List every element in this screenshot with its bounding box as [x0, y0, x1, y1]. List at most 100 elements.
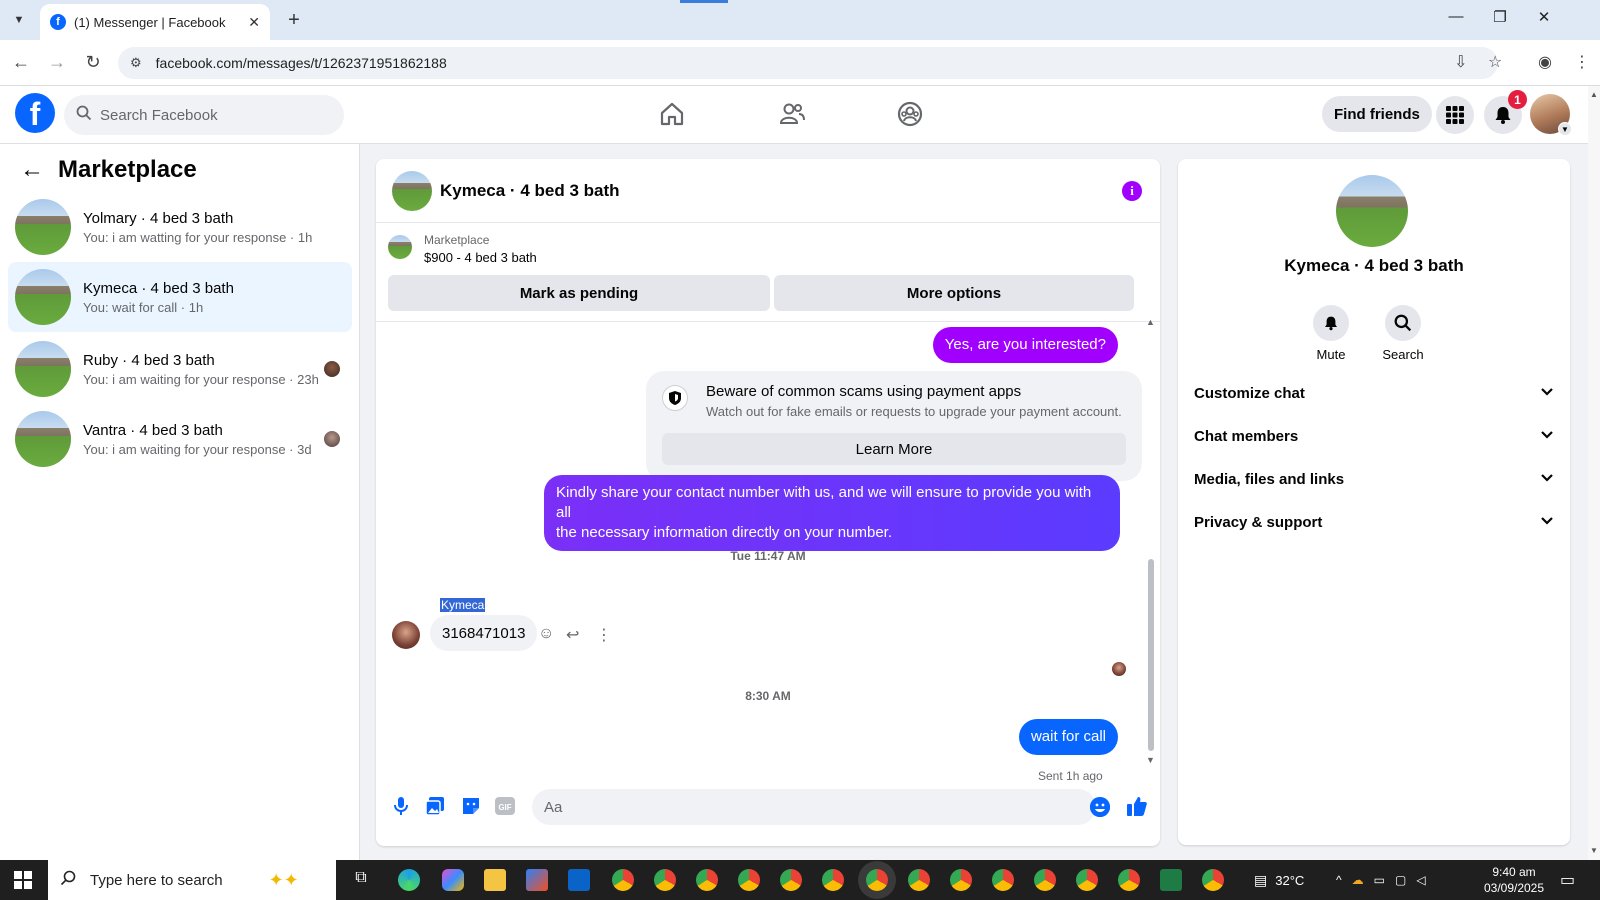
display-icon[interactable]: ▢ [1395, 873, 1416, 887]
friends-icon[interactable] [778, 100, 808, 130]
facebook-search-input[interactable]: Search Facebook [64, 95, 344, 135]
minimize-icon[interactable]: — [1444, 8, 1468, 25]
new-tab-icon[interactable]: + [282, 8, 306, 32]
facebook-header: f Search Facebook Find friends 1 ▼ [0, 86, 1588, 144]
conversation-item-yolmary[interactable]: Yolmary · 4 bed 3 bath You: i am watting… [8, 192, 352, 262]
chevron-down-icon[interactable]: ▼ [1558, 122, 1572, 136]
chat-scrollbar-thumb[interactable] [1148, 559, 1154, 751]
emoji-icon[interactable] [1090, 797, 1110, 817]
chrome-icon[interactable] [696, 869, 718, 891]
outgoing-message[interactable]: Yes, are you interested? [932, 327, 1118, 363]
browser-tab-messenger[interactable]: f (1) Messenger | Facebook ✕ [40, 4, 270, 40]
reply-icon[interactable]: ↩ [566, 625, 579, 645]
tray-chevron-up-icon[interactable]: ^ [1336, 873, 1352, 887]
more-actions-icon[interactable]: ⋮ [596, 625, 612, 645]
system-clock[interactable]: 9:40 am 03/09/2025 [1482, 864, 1546, 896]
install-app-icon[interactable]: ⇩ [1454, 52, 1467, 72]
privacy-support-row[interactable]: Privacy & support [1194, 500, 1554, 544]
microphone-icon[interactable] [390, 795, 412, 817]
chrome-icon-active[interactable] [866, 869, 888, 891]
file-explorer-icon[interactable] [484, 869, 506, 891]
system-tray[interactable]: ^ ☁ ▭ ▢ ◁ [1336, 860, 1436, 900]
back-icon[interactable]: ← [10, 52, 32, 73]
more-options-button[interactable]: More options [774, 275, 1134, 311]
facebook-logo-icon[interactable]: f [15, 93, 55, 133]
close-window-icon[interactable]: ✕ [1532, 8, 1556, 26]
conversation-item-vantra[interactable]: Vantra · 4 bed 3 bath You: i am waiting … [8, 404, 352, 474]
outgoing-message[interactable]: Kindly share your contact number with us… [544, 475, 1120, 551]
photo-icon[interactable] [424, 795, 446, 817]
groups-icon[interactable] [896, 100, 926, 130]
sender-avatar[interactable] [392, 621, 420, 649]
search-conversation-button[interactable]: Search [1373, 305, 1433, 362]
scroll-up-icon[interactable]: ▲ [1590, 90, 1598, 99]
store-icon[interactable] [526, 869, 548, 891]
spreadsheet-icon[interactable] [1160, 869, 1182, 891]
media-files-links-row[interactable]: Media, files and links [1194, 457, 1554, 501]
chrome-icon[interactable] [612, 869, 634, 891]
info-icon[interactable]: i [1122, 181, 1142, 201]
chrome-icon[interactable] [1202, 869, 1224, 891]
bookmark-star-icon[interactable]: ☆ [1488, 52, 1502, 72]
bell-icon [1313, 305, 1349, 341]
outgoing-message[interactable]: wait for call [1018, 719, 1118, 755]
mute-button[interactable]: Mute [1301, 305, 1361, 362]
restore-icon[interactable]: ❐ [1488, 8, 1512, 26]
gif-icon[interactable]: GIF [494, 795, 516, 817]
details-avatar[interactable] [1336, 175, 1408, 247]
sender-name: Kymeca [440, 598, 486, 612]
chrome-icon[interactable] [1034, 869, 1056, 891]
chrome-icon[interactable] [1118, 869, 1140, 891]
chevron-down-icon [1540, 429, 1554, 443]
task-view-icon[interactable]: ⧉ [350, 869, 372, 891]
taskbar-search-input[interactable]: Type here to search ✦✦ [48, 860, 336, 900]
conversation-item-ruby[interactable]: Ruby · 4 bed 3 bath You: i am waiting fo… [8, 334, 352, 404]
notification-center-icon[interactable]: ▭ [1560, 860, 1575, 900]
chrome-icon[interactable] [908, 869, 930, 891]
like-thumbs-up-icon[interactable] [1126, 795, 1148, 817]
copilot-icon[interactable] [442, 869, 464, 891]
forward-icon[interactable]: → [46, 52, 68, 73]
home-icon[interactable] [658, 100, 688, 130]
edge-icon[interactable] [398, 869, 420, 891]
back-arrow-icon[interactable]: ← [20, 156, 44, 184]
message-input[interactable]: Aa [532, 789, 1096, 825]
close-tab-icon[interactable]: ✕ [248, 14, 260, 31]
browser-menu-icon[interactable]: ⋮ [1574, 52, 1590, 72]
cloud-icon[interactable]: ☁ [1352, 873, 1374, 887]
weather-widget[interactable]: ▤ 32°C [1254, 860, 1304, 900]
chat-members-row[interactable]: Chat members [1194, 414, 1554, 458]
page-scrollbar[interactable]: ▲ ▼ [1588, 86, 1600, 860]
react-emoji-icon[interactable]: ☺ [538, 625, 554, 643]
chrome-icon[interactable] [654, 869, 676, 891]
listing-summary[interactable]: Marketplace $900 - 4 bed 3 bath [388, 233, 537, 265]
chat-scroll-up-icon[interactable]: ▲ [1146, 317, 1155, 327]
sticker-icon[interactable] [460, 795, 482, 817]
site-info-icon[interactable]: ⚙ [130, 55, 142, 71]
url-field[interactable]: ⚙ facebook.com/messages/t/12623719518621… [118, 47, 1498, 79]
learn-more-button[interactable]: Learn More [662, 433, 1126, 465]
chat-scroll-down-icon[interactable]: ▼ [1146, 755, 1155, 765]
network-icon[interactable]: ▭ [1374, 873, 1395, 887]
tab-search-menu-icon[interactable]: ▼ [8, 9, 30, 31]
menu-grid-icon[interactable] [1436, 96, 1474, 134]
scroll-down-icon[interactable]: ▼ [1590, 846, 1598, 855]
profile-icon[interactable]: ◉ [1538, 52, 1552, 72]
find-friends-button[interactable]: Find friends [1322, 96, 1432, 132]
windows-start-icon[interactable] [14, 871, 32, 889]
reload-icon[interactable]: ↻ [82, 52, 104, 73]
volume-icon[interactable]: ◁ [1416, 873, 1435, 887]
chat-title[interactable]: Kymeca · 4 bed 3 bath [440, 181, 620, 201]
mark-as-pending-button[interactable]: Mark as pending [388, 275, 770, 311]
outlook-icon[interactable] [568, 869, 590, 891]
chrome-icon[interactable] [780, 869, 802, 891]
chrome-icon[interactable] [822, 869, 844, 891]
conversation-item-kymeca[interactable]: Kymeca · 4 bed 3 bath You: wait for call… [8, 262, 352, 332]
chat-listing-avatar[interactable] [392, 170, 432, 211]
chrome-icon[interactable] [738, 869, 760, 891]
incoming-message[interactable]: 3168471013 [430, 615, 538, 651]
chrome-icon[interactable] [950, 869, 972, 891]
chrome-icon[interactable] [992, 869, 1014, 891]
customize-chat-row[interactable]: Customize chat [1194, 371, 1554, 415]
chrome-icon[interactable] [1076, 869, 1098, 891]
